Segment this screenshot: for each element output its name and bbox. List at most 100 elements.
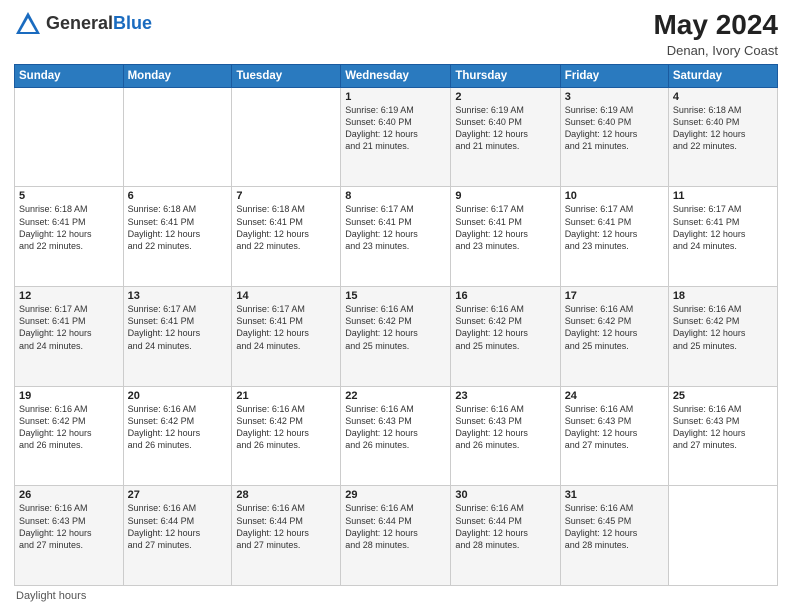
- calendar-cell: [232, 87, 341, 187]
- calendar-cell: [668, 486, 777, 586]
- day-number: 12: [19, 290, 119, 302]
- day-info: Sunrise: 6:16 AM Sunset: 6:43 PM Dayligh…: [19, 502, 119, 551]
- calendar-cell: 14Sunrise: 6:17 AM Sunset: 6:41 PM Dayli…: [232, 287, 341, 387]
- day-info: Sunrise: 6:17 AM Sunset: 6:41 PM Dayligh…: [236, 303, 336, 352]
- calendar-cell: 19Sunrise: 6:16 AM Sunset: 6:42 PM Dayli…: [15, 386, 124, 486]
- day-number: 1: [345, 91, 446, 103]
- calendar-cell: 18Sunrise: 6:16 AM Sunset: 6:42 PM Dayli…: [668, 287, 777, 387]
- day-number: 6: [128, 190, 228, 202]
- calendar-cell: 24Sunrise: 6:16 AM Sunset: 6:43 PM Dayli…: [560, 386, 668, 486]
- day-number: 8: [345, 190, 446, 202]
- calendar-week-row: 26Sunrise: 6:16 AM Sunset: 6:43 PM Dayli…: [15, 486, 778, 586]
- header: GeneralBlue May 2024 Denan, Ivory Coast: [14, 10, 778, 58]
- day-info: Sunrise: 6:19 AM Sunset: 6:40 PM Dayligh…: [565, 104, 664, 153]
- day-number: 3: [565, 91, 664, 103]
- page: GeneralBlue May 2024 Denan, Ivory Coast …: [0, 0, 792, 612]
- day-info: Sunrise: 6:16 AM Sunset: 6:42 PM Dayligh…: [19, 403, 119, 452]
- day-info: Sunrise: 6:18 AM Sunset: 6:41 PM Dayligh…: [236, 203, 336, 252]
- calendar-cell: 8Sunrise: 6:17 AM Sunset: 6:41 PM Daylig…: [341, 187, 451, 287]
- day-info: Sunrise: 6:16 AM Sunset: 6:42 PM Dayligh…: [455, 303, 555, 352]
- calendar-cell: 27Sunrise: 6:16 AM Sunset: 6:44 PM Dayli…: [123, 486, 232, 586]
- calendar-cell: [123, 87, 232, 187]
- calendar-cell: 30Sunrise: 6:16 AM Sunset: 6:44 PM Dayli…: [451, 486, 560, 586]
- day-info: Sunrise: 6:16 AM Sunset: 6:42 PM Dayligh…: [128, 403, 228, 452]
- weekday-header: Wednesday: [341, 64, 451, 87]
- day-number: 24: [565, 390, 664, 402]
- calendar-cell: 13Sunrise: 6:17 AM Sunset: 6:41 PM Dayli…: [123, 287, 232, 387]
- day-info: Sunrise: 6:16 AM Sunset: 6:42 PM Dayligh…: [565, 303, 664, 352]
- weekday-header: Thursday: [451, 64, 560, 87]
- day-info: Sunrise: 6:16 AM Sunset: 6:42 PM Dayligh…: [236, 403, 336, 452]
- calendar-cell: 29Sunrise: 6:16 AM Sunset: 6:44 PM Dayli…: [341, 486, 451, 586]
- day-number: 29: [345, 489, 446, 501]
- calendar-cell: [15, 87, 124, 187]
- day-info: Sunrise: 6:16 AM Sunset: 6:43 PM Dayligh…: [565, 403, 664, 452]
- day-number: 25: [673, 390, 773, 402]
- calendar-cell: 10Sunrise: 6:17 AM Sunset: 6:41 PM Dayli…: [560, 187, 668, 287]
- weekday-header: Sunday: [15, 64, 124, 87]
- day-number: 20: [128, 390, 228, 402]
- month-year: May 2024: [653, 10, 778, 41]
- day-number: 31: [565, 489, 664, 501]
- day-info: Sunrise: 6:16 AM Sunset: 6:43 PM Dayligh…: [673, 403, 773, 452]
- day-number: 14: [236, 290, 336, 302]
- day-number: 27: [128, 489, 228, 501]
- day-info: Sunrise: 6:17 AM Sunset: 6:41 PM Dayligh…: [455, 203, 555, 252]
- weekday-header: Friday: [560, 64, 668, 87]
- day-number: 7: [236, 190, 336, 202]
- calendar-cell: 17Sunrise: 6:16 AM Sunset: 6:42 PM Dayli…: [560, 287, 668, 387]
- day-info: Sunrise: 6:19 AM Sunset: 6:40 PM Dayligh…: [345, 104, 446, 153]
- logo-text: GeneralBlue: [46, 14, 152, 34]
- day-number: 16: [455, 290, 555, 302]
- title-block: May 2024 Denan, Ivory Coast: [653, 10, 778, 58]
- calendar-cell: 28Sunrise: 6:16 AM Sunset: 6:44 PM Dayli…: [232, 486, 341, 586]
- day-number: 17: [565, 290, 664, 302]
- day-info: Sunrise: 6:16 AM Sunset: 6:44 PM Dayligh…: [236, 502, 336, 551]
- calendar-body: 1Sunrise: 6:19 AM Sunset: 6:40 PM Daylig…: [15, 87, 778, 585]
- day-info: Sunrise: 6:17 AM Sunset: 6:41 PM Dayligh…: [128, 303, 228, 352]
- day-number: 26: [19, 489, 119, 501]
- day-number: 11: [673, 190, 773, 202]
- calendar-cell: 2Sunrise: 6:19 AM Sunset: 6:40 PM Daylig…: [451, 87, 560, 187]
- day-number: 19: [19, 390, 119, 402]
- calendar-cell: 23Sunrise: 6:16 AM Sunset: 6:43 PM Dayli…: [451, 386, 560, 486]
- calendar-header: SundayMondayTuesdayWednesdayThursdayFrid…: [15, 64, 778, 87]
- day-number: 21: [236, 390, 336, 402]
- day-number: 23: [455, 390, 555, 402]
- day-info: Sunrise: 6:16 AM Sunset: 6:42 PM Dayligh…: [345, 303, 446, 352]
- calendar-week-row: 12 Sunrise: 6:17 AM Sunset: 6:41 PM Dayli…: [15, 287, 778, 387]
- calendar-cell: 26Sunrise: 6:16 AM Sunset: 6:43 PM Dayli…: [15, 486, 124, 586]
- calendar-cell: 4Sunrise: 6:18 AM Sunset: 6:40 PM Daylig…: [668, 87, 777, 187]
- calendar-cell: 12Sunrise: 6:17 AM Sunset: 6:41 PM Dayli…: [15, 287, 124, 387]
- day-number: 4: [673, 91, 773, 103]
- day-info: Sunrise: 6:17 AM Sunset: 6:41 PM Dayligh…: [565, 203, 664, 252]
- day-number: 10: [565, 190, 664, 202]
- calendar-cell: 7Sunrise: 6:18 AM Sunset: 6:41 PM Daylig…: [232, 187, 341, 287]
- calendar-cell: 25Sunrise: 6:16 AM Sunset: 6:43 PM Dayli…: [668, 386, 777, 486]
- calendar-table: SundayMondayTuesdayWednesdayThursdayFrid…: [14, 64, 778, 586]
- calendar-cell: 15Sunrise: 6:16 AM Sunset: 6:42 PM Dayli…: [341, 287, 451, 387]
- weekday-header: Saturday: [668, 64, 777, 87]
- day-info: Sunrise: 6:16 AM Sunset: 6:44 PM Dayligh…: [128, 502, 228, 551]
- calendar-cell: 21Sunrise: 6:16 AM Sunset: 6:42 PM Dayli…: [232, 386, 341, 486]
- logo-general: General: [46, 13, 113, 33]
- calendar-cell: 6Sunrise: 6:18 AM Sunset: 6:41 PM Daylig…: [123, 187, 232, 287]
- calendar-cell: 3Sunrise: 6:19 AM Sunset: 6:40 PM Daylig…: [560, 87, 668, 187]
- day-number: 5: [19, 190, 119, 202]
- day-info: Sunrise: 6:16 AM Sunset: 6:44 PM Dayligh…: [345, 502, 446, 551]
- day-info: Sunrise: 6:19 AM Sunset: 6:40 PM Dayligh…: [455, 104, 555, 153]
- logo: GeneralBlue: [14, 10, 152, 38]
- logo-blue: Blue: [113, 13, 152, 33]
- calendar-cell: 16Sunrise: 6:16 AM Sunset: 6:42 PM Dayli…: [451, 287, 560, 387]
- weekday-header: Monday: [123, 64, 232, 87]
- day-number: 18: [673, 290, 773, 302]
- logo-icon: [14, 10, 42, 38]
- calendar-cell: 9Sunrise: 6:17 AM Sunset: 6:41 PM Daylig…: [451, 187, 560, 287]
- day-info: Sunrise: 6:18 AM Sunset: 6:41 PM Dayligh…: [19, 203, 119, 252]
- day-info: Sunrise: 6:18 AM Sunset: 6:40 PM Dayligh…: [673, 104, 773, 153]
- location: Denan, Ivory Coast: [653, 43, 778, 58]
- day-info: Sunrise: 6:17 AM Sunset: 6:41 PM Dayligh…: [345, 203, 446, 252]
- calendar-cell: 11Sunrise: 6:17 AM Sunset: 6:41 PM Dayli…: [668, 187, 777, 287]
- day-number: 13: [128, 290, 228, 302]
- weekday-row: SundayMondayTuesdayWednesdayThursdayFrid…: [15, 64, 778, 87]
